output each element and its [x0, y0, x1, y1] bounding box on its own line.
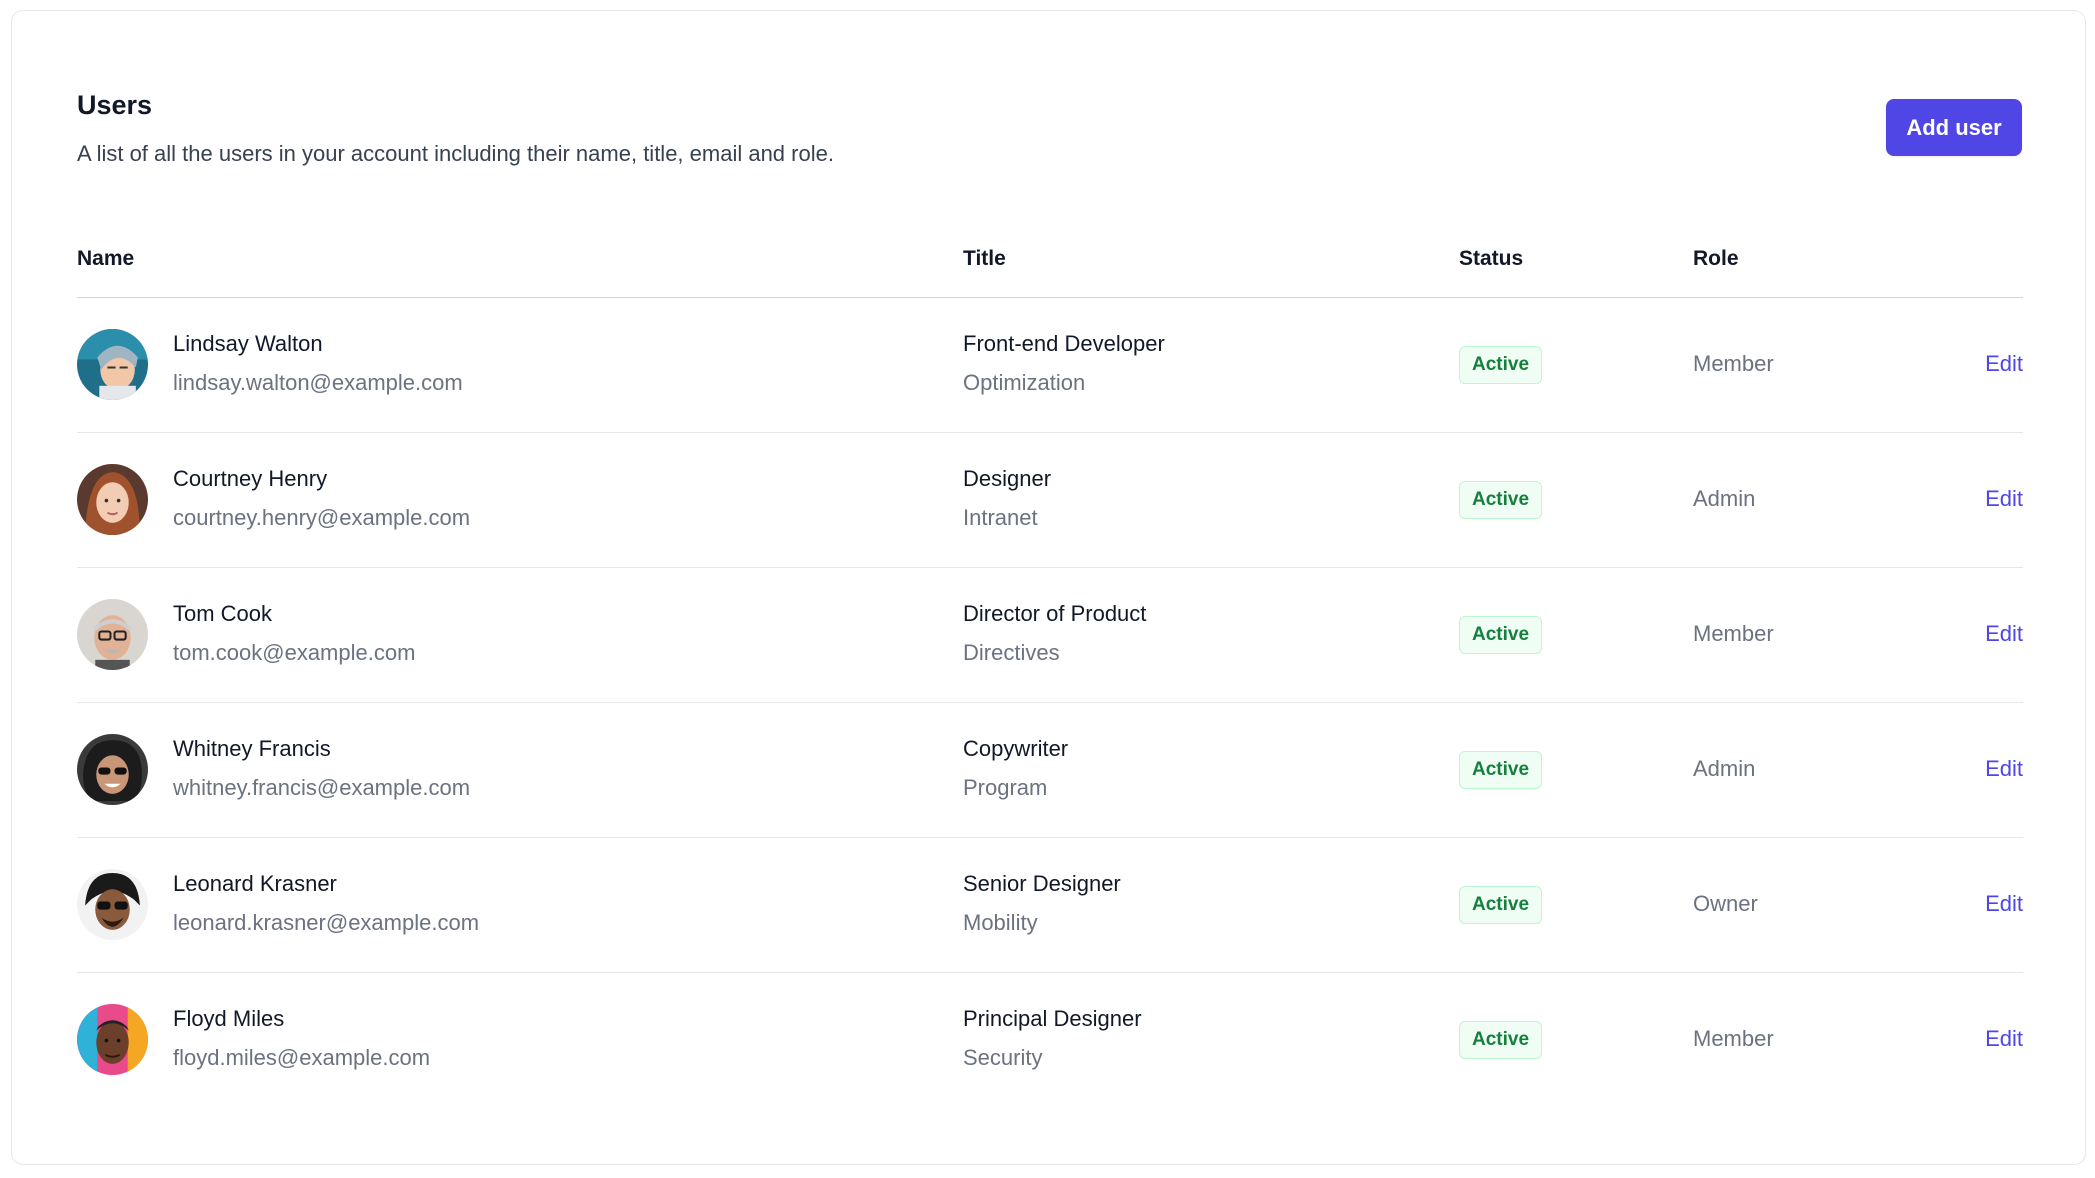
add-user-button[interactable]: Add user	[1886, 99, 2022, 156]
user-title: Principal Designer	[963, 1006, 1142, 1031]
avatar	[77, 464, 148, 535]
users-card: Users A list of all the users in your ac…	[11, 10, 2086, 1165]
user-email: floyd.miles@example.com	[173, 1045, 431, 1070]
avatar	[77, 599, 148, 670]
user-role: Member	[1693, 1026, 1774, 1051]
status-badge: Active	[1459, 481, 1543, 519]
column-header-name: Name	[77, 247, 135, 270]
page-subtitle: A list of all the users in your account …	[77, 141, 834, 166]
user-role: Member	[1693, 621, 1774, 646]
edit-link[interactable]: Edit	[1985, 351, 2023, 377]
page-title: Users	[77, 90, 153, 120]
status-badge: Active	[1459, 346, 1543, 384]
table-row: Leonard Krasner leonard.krasner@example.…	[77, 838, 2023, 973]
edit-link[interactable]: Edit	[1985, 891, 2023, 917]
user-role: Admin	[1693, 486, 1756, 511]
users-header: Users A list of all the users in your ac…	[77, 79, 2022, 189]
user-name: Floyd Miles	[173, 1006, 285, 1031]
user-department: Program	[963, 775, 1048, 800]
avatar	[77, 734, 148, 805]
column-header-title: Title	[963, 247, 1006, 270]
avatar	[77, 329, 148, 400]
table-row: Lindsay Walton lindsay.walton@example.co…	[77, 298, 2023, 433]
users-table: Name Title Status Role Lindsay Walton li…	[77, 221, 2023, 1108]
avatar	[77, 869, 148, 940]
user-email: whitney.francis@example.com	[173, 775, 471, 800]
table-row: Whitney Francis whitney.francis@example.…	[77, 703, 2023, 838]
user-email: leonard.krasner@example.com	[173, 910, 480, 935]
table-row: Courtney Henry courtney.henry@example.co…	[77, 433, 2023, 568]
user-department: Security	[963, 1045, 1043, 1070]
user-department: Mobility	[963, 910, 1038, 935]
user-role: Member	[1693, 351, 1774, 376]
user-title: Copywriter	[963, 736, 1069, 761]
user-name: Tom Cook	[173, 601, 273, 626]
edit-link[interactable]: Edit	[1985, 621, 2023, 647]
status-badge: Active	[1459, 886, 1543, 924]
user-email: courtney.henry@example.com	[173, 505, 471, 530]
user-email: tom.cook@example.com	[173, 640, 416, 665]
user-department: Optimization	[963, 370, 1086, 395]
edit-link[interactable]: Edit	[1985, 486, 2023, 512]
user-name: Leonard Krasner	[173, 871, 337, 896]
edit-link[interactable]: Edit	[1985, 1026, 2023, 1052]
column-header-role: Role	[1693, 247, 1739, 270]
user-name: Courtney Henry	[173, 466, 328, 491]
user-title: Senior Designer	[963, 871, 1121, 896]
user-email: lindsay.walton@example.com	[173, 370, 463, 395]
column-header-status: Status	[1459, 247, 1524, 270]
user-name: Lindsay Walton	[173, 331, 323, 356]
user-role: Owner	[1693, 891, 1758, 916]
status-badge: Active	[1459, 751, 1543, 789]
user-title: Director of Product	[963, 601, 1147, 626]
status-badge: Active	[1459, 616, 1543, 654]
user-name: Whitney Francis	[173, 736, 331, 761]
user-department: Intranet	[963, 505, 1038, 530]
edit-link[interactable]: Edit	[1985, 756, 2023, 782]
user-title: Front-end Developer	[963, 331, 1165, 356]
user-title: Designer	[963, 466, 1052, 491]
user-role: Admin	[1693, 756, 1756, 781]
table-row: Floyd Miles floyd.miles@example.com Prin…	[77, 973, 2023, 1108]
user-department: Directives	[963, 640, 1060, 665]
status-badge: Active	[1459, 1021, 1543, 1059]
avatar	[77, 1004, 148, 1075]
table-header: Name Title Status Role	[77, 221, 2023, 298]
table-row: Tom Cook tom.cook@example.com Director o…	[77, 568, 2023, 703]
